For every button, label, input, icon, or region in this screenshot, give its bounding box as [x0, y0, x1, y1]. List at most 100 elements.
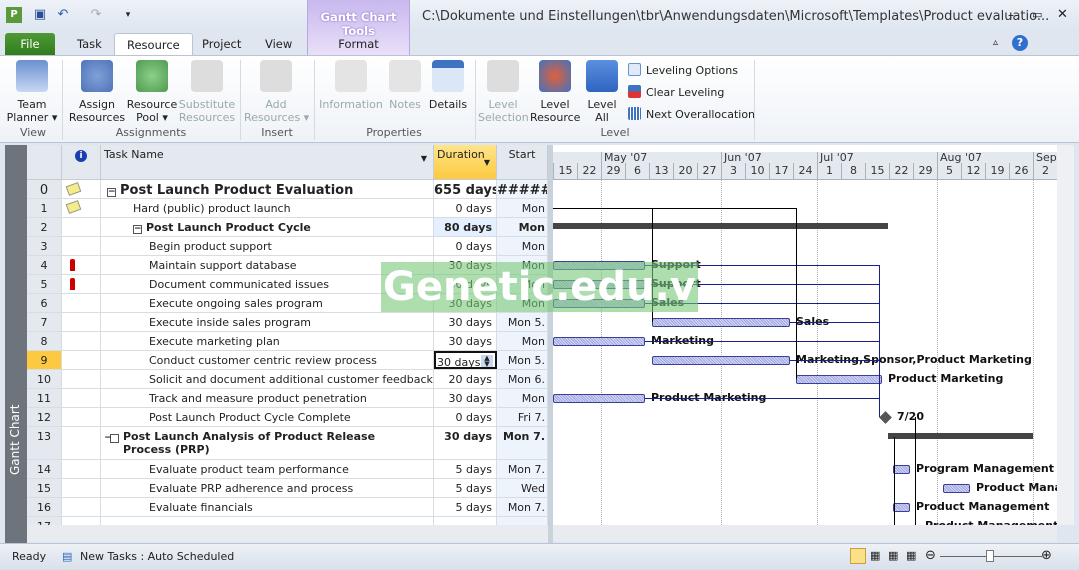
table-row[interactable]: 17	[27, 517, 548, 525]
collapse-ribbon-icon[interactable]: ▵	[993, 37, 998, 48]
start-cell[interactable]: Mon	[497, 389, 548, 407]
start-header[interactable]: Start	[497, 145, 548, 180]
duration-cell[interactable]: 0 days	[434, 408, 497, 426]
task-name-cell[interactable]: Evaluate PRP adherence and process	[101, 479, 434, 497]
task-bar[interactable]	[553, 394, 645, 403]
row-id[interactable]: 9	[27, 351, 62, 369]
new-tasks-mode[interactable]: New Tasks : Auto Scheduled	[80, 550, 234, 563]
milestone[interactable]	[879, 411, 892, 424]
duration-cell[interactable]: 0 days	[434, 237, 497, 255]
row-id[interactable]: 4	[27, 256, 62, 274]
duration-cell[interactable]: 5 days	[434, 479, 497, 497]
level-all-button[interactable]: Level All	[584, 60, 620, 124]
row-id[interactable]: 3	[27, 237, 62, 255]
table-row[interactable]: 2 − Post Launch Product Cycle 80 days Mon	[27, 218, 548, 237]
minimize-icon[interactable]: –	[1008, 8, 1014, 22]
start-cell[interactable]: Mon	[497, 199, 548, 217]
dependency-line[interactable]	[553, 208, 796, 209]
information-button[interactable]: Information	[318, 60, 384, 111]
start-cell[interactable]: Mon 7.	[497, 498, 548, 516]
row-id[interactable]: 11	[27, 389, 62, 407]
tab-resource[interactable]: Resource	[114, 33, 193, 56]
row-id[interactable]: 6	[27, 294, 62, 312]
task-name-header[interactable]: Task Name ▼	[101, 145, 434, 180]
start-cell[interactable]: Mon	[497, 218, 548, 236]
task-bar[interactable]	[943, 484, 970, 493]
collapse-toggle[interactable]: −	[133, 225, 142, 234]
collapse-toggle[interactable]: −	[107, 188, 116, 197]
select-all-header[interactable]	[27, 145, 62, 180]
zoom-out-icon[interactable]: ⊖	[925, 548, 936, 563]
task-bar[interactable]	[652, 356, 790, 365]
start-cell[interactable]: Mon 7.	[497, 427, 548, 459]
resource-sheet-shortcut-icon[interactable]: ▦	[906, 549, 916, 562]
task-name-cell[interactable]: − Post Launch Product Cycle	[101, 218, 434, 236]
summary-bar[interactable]	[553, 223, 888, 229]
level-resource-button[interactable]: Level Resource	[530, 60, 580, 124]
task-name-cell[interactable]: − Post Launch Analysis of Product Release…	[101, 427, 434, 459]
row-id[interactable]: 0	[27, 180, 62, 198]
task-name-cell[interactable]: Evaluate product team performance	[101, 460, 434, 478]
table-row[interactable]: 16 Evaluate financials 5 days Mon 7.	[27, 498, 548, 517]
duration-cell[interactable]: 20 days	[434, 370, 497, 388]
dependency-line[interactable]	[879, 265, 880, 417]
start-cell[interactable]: Mon	[497, 332, 548, 350]
vertical-scrollbar[interactable]	[1057, 145, 1074, 525]
start-cell[interactable]: Wed	[497, 479, 548, 497]
team-planner-button[interactable]: Team Planner ▾	[6, 60, 58, 124]
row-id[interactable]: 2	[27, 218, 62, 236]
redo-icon[interactable]: ↷	[88, 7, 104, 23]
task-name-cell[interactable]: Conduct customer centric review process	[101, 351, 434, 369]
row-id[interactable]: 12	[27, 408, 62, 426]
dependency-line[interactable]	[915, 417, 916, 525]
zoom-slider-thumb[interactable]	[986, 550, 994, 562]
row-id[interactable]: 16	[27, 498, 62, 516]
add-resources-button[interactable]: Add Resources ▾	[244, 60, 309, 124]
note-icon[interactable]	[65, 182, 82, 196]
table-row[interactable]: 8 Execute marketing plan 30 days Mon	[27, 332, 548, 351]
task-name-cell[interactable]: Post Launch Product Cycle Complete	[101, 408, 434, 426]
dependency-line[interactable]	[645, 341, 880, 342]
task-name-cell[interactable]: Solicit and document additional customer…	[101, 370, 434, 388]
task-name-cell[interactable]: − Post Launch Product Evaluation	[101, 180, 434, 198]
duration-cell[interactable]: 5 days	[434, 460, 497, 478]
row-id[interactable]: 5	[27, 275, 62, 293]
table-row[interactable]: 9 Conduct customer centric review proces…	[27, 351, 548, 370]
row-id[interactable]: 10	[27, 370, 62, 388]
resource-pool-button[interactable]: Resource Pool ▾	[126, 60, 178, 124]
table-row[interactable]: 12 Post Launch Product Cycle Complete 0 …	[27, 408, 548, 427]
duration-cell[interactable]: 30 days	[434, 389, 497, 407]
dependency-line[interactable]	[894, 437, 895, 525]
start-cell[interactable]: Mon 6.	[497, 370, 548, 388]
duration-cell[interactable]: 30 days	[434, 332, 497, 350]
dependency-line[interactable]	[790, 322, 880, 323]
task-name-cell[interactable]: Execute marketing plan	[101, 332, 434, 350]
task-bar[interactable]	[652, 318, 790, 327]
table-row[interactable]: 10 Solicit and document additional custo…	[27, 370, 548, 389]
indicators-header[interactable]: i	[62, 145, 101, 180]
start-cell[interactable]: Mon 5.	[497, 313, 548, 331]
overallocated-person-icon[interactable]	[70, 278, 75, 290]
substitute-resources-button[interactable]: Substitute Resources	[178, 60, 236, 124]
table-horizontal-scrollbar[interactable]	[27, 525, 548, 542]
task-usage-shortcut-icon[interactable]: ▦	[870, 549, 880, 562]
start-cell[interactable]: Fri 7.	[497, 408, 548, 426]
undo-icon[interactable]: ↶	[55, 7, 71, 23]
table-row[interactable]: 7 Execute inside sales program 30 days M…	[27, 313, 548, 332]
duration-cell[interactable]: 30 days	[434, 313, 497, 331]
task-bar[interactable]	[796, 375, 882, 384]
row-id[interactable]: 1	[27, 199, 62, 217]
tab-task[interactable]: Task	[65, 33, 114, 56]
save-icon[interactable]: ▣	[32, 7, 48, 23]
dependency-line[interactable]	[645, 398, 880, 399]
table-row[interactable]: 13 − Post Launch Analysis of Product Rele…	[27, 427, 548, 460]
row-id[interactable]: 13	[27, 427, 62, 459]
tab-file[interactable]: File	[5, 33, 55, 56]
duration-cell[interactable]: 655 days	[434, 180, 497, 198]
table-row[interactable]: 1 Hard (public) product launch 0 days Mo…	[27, 199, 548, 218]
tab-format[interactable]: Format	[308, 37, 409, 51]
details-button[interactable]: Details	[427, 60, 469, 111]
duration-cell[interactable]: 30 days ▲ ▼	[434, 351, 497, 369]
duration-cell[interactable]: 0 days	[434, 199, 497, 217]
table-row[interactable]: 3 Begin product support 0 days Mon	[27, 237, 548, 256]
